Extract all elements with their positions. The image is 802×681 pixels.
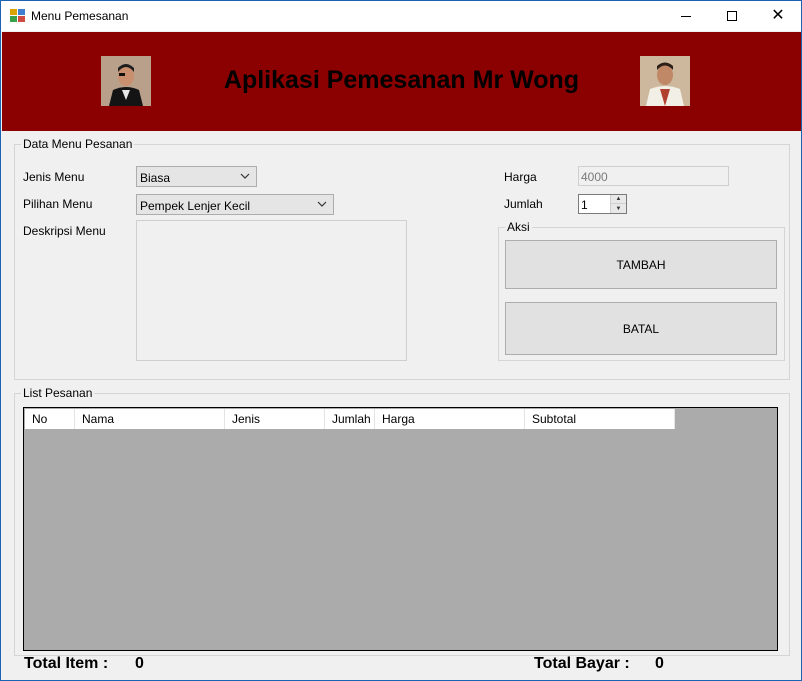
header-banner: Aplikasi Pemesanan Mr Wong [2,32,801,131]
jenis-menu-select[interactable]: Biasa [136,166,257,187]
list-pesanan-legend: List Pesanan [21,386,95,400]
grid-header: No Nama Jenis Jumlah Harga Subtotal [25,409,675,429]
total-item-label: Total Item : [24,655,109,672]
window-title: Menu Pemesanan [31,9,129,23]
deskripsi-menu-textarea[interactable] [136,220,407,361]
pilihan-menu-value: Pempek Lenjer Kecil [140,199,251,213]
column-header-subtotal[interactable]: Subtotal [525,409,675,429]
jumlah-stepper[interactable]: 1 ▲ ▼ [578,194,627,214]
column-header-jumlah[interactable]: Jumlah [325,409,375,429]
column-header-no[interactable]: No [25,409,75,429]
app-icon [10,9,26,23]
jumlah-spinner[interactable]: ▲ ▼ [610,195,626,213]
aksi-legend: Aksi [505,220,532,234]
right-character-image [640,56,690,106]
total-item-value: 0 [135,655,144,672]
minimize-icon [681,15,691,17]
title-bar[interactable]: Menu Pemesanan ✕ [1,1,801,31]
chevron-down-icon [240,173,250,179]
harga-label: Harga [504,170,537,184]
chevron-down-icon [317,201,327,207]
column-header-jenis[interactable]: Jenis [225,409,325,429]
minimize-button[interactable] [663,1,709,31]
tambah-button[interactable]: TAMBAH [505,240,777,289]
batal-button[interactable]: BATAL [505,302,777,355]
column-header-harga[interactable]: Harga [375,409,525,429]
close-button[interactable]: ✕ [755,1,801,31]
total-bayar-value: 0 [655,655,664,672]
order-grid[interactable]: No Nama Jenis Jumlah Harga Subtotal [23,407,778,651]
spin-down-icon[interactable]: ▼ [611,204,626,213]
jenis-menu-value: Biasa [140,171,171,185]
close-icon: ✕ [771,7,785,24]
main-window: Menu Pemesanan ✕ Aplikasi Pemesanan Mr W… [0,0,802,681]
total-bayar-label: Total Bayar : [534,655,630,672]
column-header-nama[interactable]: Nama [75,409,225,429]
spin-up-icon[interactable]: ▲ [611,195,626,204]
harga-value: 4000 [581,170,608,184]
pilihan-menu-label: Pilihan Menu [23,197,93,211]
harga-field[interactable]: 4000 [578,166,729,186]
maximize-icon [727,11,737,21]
jumlah-value: 1 [581,198,588,212]
jenis-menu-label: Jenis Menu [23,170,85,184]
data-menu-legend: Data Menu Pesanan [21,137,135,151]
maximize-button[interactable] [709,1,755,31]
deskripsi-menu-label: Deskripsi Menu [23,224,106,238]
pilihan-menu-select[interactable]: Pempek Lenjer Kecil [136,194,334,215]
jumlah-label: Jumlah [504,197,543,211]
